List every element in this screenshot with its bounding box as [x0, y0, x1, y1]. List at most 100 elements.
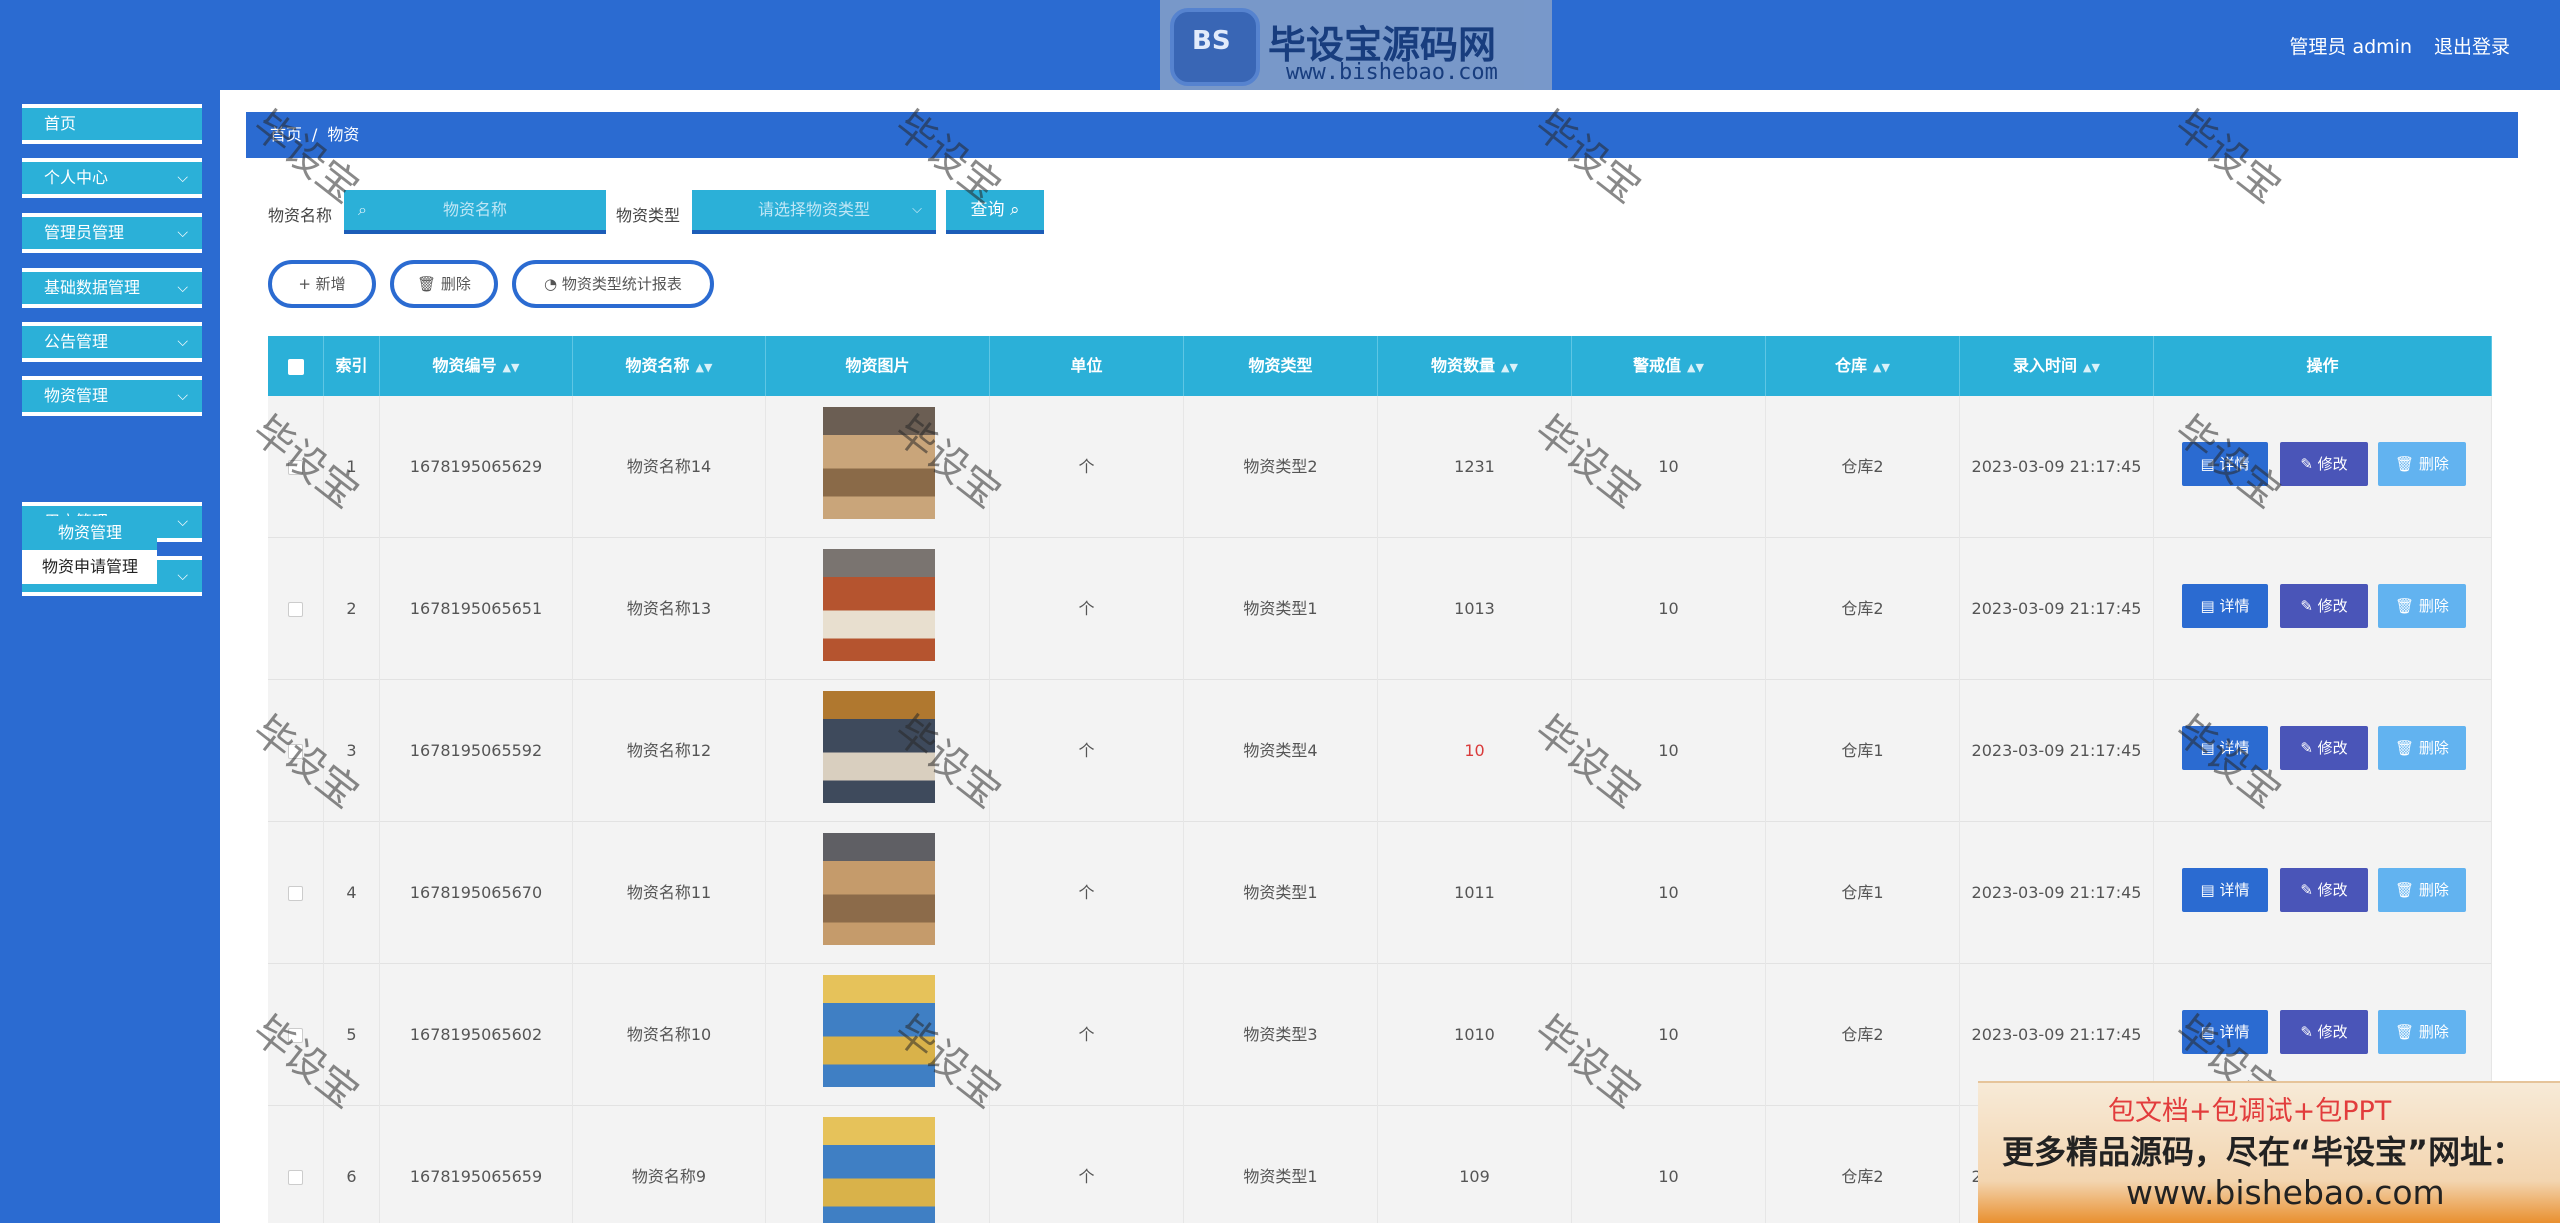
delete-button[interactable]: 🗑 删除	[2378, 1010, 2466, 1054]
ad-banner[interactable]: 包文档+包调试+包PPT 更多精品源码，尽在“毕设宝”网址： www.bishe…	[1978, 1081, 2560, 1223]
header-col-warehouse[interactable]: 仓库 ▲▼	[1766, 336, 1960, 396]
detail-button[interactable]: ▤ 详情	[2182, 442, 2268, 486]
edit-button[interactable]: ✎ 修改	[2280, 726, 2368, 770]
cell-time: 2023-03-09 21:17:45	[1960, 538, 2154, 680]
cell-time: 2023-03-09 21:17:45	[1960, 680, 2154, 822]
supply-image-cell	[766, 680, 990, 822]
cell-unit: 个	[990, 964, 1184, 1106]
trash-icon: 🗑	[2395, 597, 2419, 615]
delete-button[interactable]: 🗑 删除	[2378, 868, 2466, 912]
logout-link[interactable]: 退出登录	[2434, 32, 2510, 59]
pencil-icon: ✎	[2300, 597, 2318, 615]
pie-chart-icon: ◔	[544, 275, 558, 293]
header-col-code[interactable]: 物资编号 ▲▼	[380, 336, 573, 396]
cell-index: 1	[324, 396, 380, 538]
cell-warn: 10	[1572, 538, 1766, 680]
batch-delete-button[interactable]: 🗑 删除	[390, 260, 498, 308]
delete-button[interactable]: 🗑 删除	[2378, 726, 2466, 770]
cell-warn: 10	[1572, 822, 1766, 964]
breadcrumb-home[interactable]: 首页	[270, 125, 302, 144]
supply-image	[823, 691, 935, 803]
detail-button[interactable]: ▤ 详情	[2182, 726, 2268, 770]
chevron-down-icon: ⌵	[177, 514, 188, 530]
row-select-cell	[268, 396, 324, 538]
search-icon: ⌕	[358, 200, 367, 219]
supply-image	[823, 549, 935, 661]
cell-code: 1678195065651	[380, 538, 573, 680]
logo-url: www.bishebao.com	[1286, 60, 1498, 85]
sort-icon[interactable]: ▲▼	[1501, 361, 1518, 374]
chevron-down-icon: ⌵	[177, 334, 188, 350]
header-col-name[interactable]: 物资名称 ▲▼	[573, 336, 766, 396]
cell-warehouse: 仓库2	[1766, 1106, 1960, 1223]
trash-icon: 🗑	[2395, 455, 2419, 473]
ad-line-2: 更多精品源码，尽在“毕设宝”网址：	[2002, 1133, 2525, 1171]
sidebar-item-personal-center[interactable]: 个人中心 ⌵	[22, 158, 202, 198]
sidebar-item-admin-management[interactable]: 管理员管理 ⌵	[22, 213, 202, 253]
cell-code: 1678195065602	[380, 964, 573, 1106]
chevron-down-icon: ⌵	[177, 225, 188, 241]
logo-badge-icon: BS	[1170, 8, 1260, 86]
checkbox[interactable]	[288, 602, 303, 617]
header-col-qty[interactable]: 物资数量 ▲▼	[1378, 336, 1572, 396]
supply-image-cell	[766, 822, 990, 964]
header-col-warn[interactable]: 警戒值 ▲▼	[1572, 336, 1766, 396]
detail-button[interactable]: ▤ 详情	[2182, 584, 2268, 628]
table-row: 1 1678195065629 物资名称14 个物资类型2 1231 10 仓库2 2023-…	[268, 396, 2492, 538]
checkbox[interactable]	[288, 744, 303, 759]
top-header: BS 毕设宝源码网 www.bishebao.com 管理员 admin 退出登…	[0, 0, 2560, 90]
cell-qty: 10	[1378, 680, 1572, 822]
sort-icon[interactable]: ▲▼	[1873, 361, 1890, 374]
sidebar-subitem-supply-request[interactable]: 物资申请管理	[22, 550, 157, 584]
edit-button[interactable]: ✎ 修改	[2280, 584, 2368, 628]
cell-qty: 1013	[1378, 538, 1572, 680]
checkbox[interactable]	[288, 1028, 303, 1043]
chevron-down-icon: ⌵	[177, 280, 188, 296]
edit-button[interactable]: ✎ 修改	[2280, 1010, 2368, 1054]
delete-button[interactable]: 🗑 删除	[2378, 442, 2466, 486]
cell-unit: 个	[990, 1106, 1184, 1223]
sort-icon[interactable]: ▲▼	[503, 361, 520, 374]
cell-index: 6	[324, 1106, 380, 1223]
pencil-icon: ✎	[2300, 1023, 2318, 1041]
cell-time: 2023-03-09 21:17:45	[1960, 396, 2154, 538]
sidebar-subitem-supply-management[interactable]: 物资管理	[22, 516, 157, 550]
table-header: 索引 物资编号 ▲▼ 物资名称 ▲▼ 物资图片 单位 物资类型 物资数量 ▲▼ 警戒值 ▲▼ 仓库 ▲▼ 录…	[268, 336, 2492, 396]
sidebar-item-basic-data-management[interactable]: 基础数据管理 ⌵	[22, 268, 202, 308]
type-filter-select[interactable]: 请选择物资类型 ⌵	[692, 190, 936, 234]
header-select-all-checkbox[interactable]	[268, 336, 324, 396]
cell-unit: 个	[990, 396, 1184, 538]
supply-image	[823, 975, 935, 1087]
ad-line-3: www.bishebao.com	[2126, 1173, 2445, 1212]
report-button[interactable]: ◔ 物资类型统计报表	[512, 260, 714, 308]
delete-button[interactable]: 🗑 删除	[2378, 584, 2466, 628]
name-filter-input[interactable]: ⌕ 物资名称	[344, 190, 606, 234]
sidebar-item-supply-management[interactable]: 物资管理 ⌵	[22, 376, 202, 416]
supply-image	[823, 1117, 935, 1223]
checkbox[interactable]	[288, 886, 303, 901]
detail-button[interactable]: ▤ 详情	[2182, 868, 2268, 912]
checkbox[interactable]	[288, 460, 303, 475]
query-button[interactable]: 查询 ⌕	[946, 190, 1044, 234]
checkbox[interactable]	[288, 1170, 303, 1185]
cell-code: 1678195065670	[380, 822, 573, 964]
detail-button[interactable]: ▤ 详情	[2182, 1010, 2268, 1054]
chevron-down-icon: ⌵	[177, 388, 188, 404]
table-row: 2 1678195065651 物资名称13 个物资类型1 1013 10 仓库2 2023-…	[268, 538, 2492, 680]
edit-button[interactable]: ✎ 修改	[2280, 442, 2368, 486]
checkbox[interactable]	[287, 358, 304, 375]
search-icon: ⌕	[1009, 200, 1020, 220]
sort-icon[interactable]: ▲▼	[2083, 361, 2100, 374]
add-button[interactable]: + 新增	[268, 260, 376, 308]
sort-icon[interactable]: ▲▼	[696, 361, 713, 374]
row-select-cell	[268, 1106, 324, 1223]
cell-index: 4	[324, 822, 380, 964]
sidebar-item-notice-management[interactable]: 公告管理 ⌵	[22, 322, 202, 362]
breadcrumb: 首页 / 物资	[246, 112, 2518, 158]
edit-button[interactable]: ✎ 修改	[2280, 868, 2368, 912]
row-actions-cell: ▤ 详情 ✎ 修改🗑 删除	[2154, 822, 2492, 964]
table-row: 4 1678195065670 物资名称11 个物资类型1 1011 10 仓库1 2023-…	[268, 822, 2492, 964]
sidebar-item-home[interactable]: 首页	[22, 104, 202, 144]
header-col-time[interactable]: 录入时间 ▲▼	[1960, 336, 2154, 396]
sort-icon[interactable]: ▲▼	[1687, 361, 1704, 374]
